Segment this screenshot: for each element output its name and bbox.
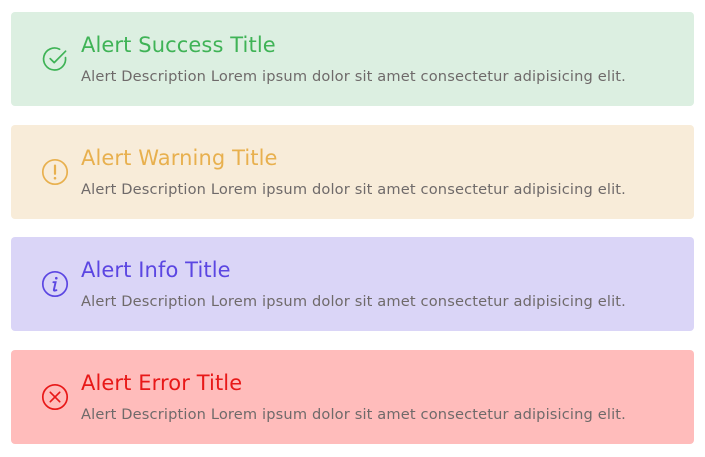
- alert-success: Alert Success Title Alert Description Lo…: [11, 12, 694, 106]
- alert-description: Alert Description Lorem ipsum dolor sit …: [81, 68, 626, 85]
- alert-description: Alert Description Lorem ipsum dolor sit …: [81, 406, 626, 423]
- alert-warning: Alert Warning Title Alert Description Lo…: [11, 125, 694, 219]
- alert-title: Alert Success Title: [81, 33, 276, 57]
- info-circle-icon: [41, 270, 69, 298]
- alert-info: Alert Info Title Alert Description Lorem…: [11, 237, 694, 331]
- alert-description: Alert Description Lorem ipsum dolor sit …: [81, 293, 626, 310]
- close-circle-icon: [41, 383, 69, 411]
- alert-error: Alert Error Title Alert Description Lore…: [11, 350, 694, 444]
- alert-title: Alert Warning Title: [81, 146, 278, 170]
- alert-title: Alert Error Title: [81, 371, 243, 395]
- alert-description: Alert Description Lorem ipsum dolor sit …: [81, 181, 626, 198]
- check-circle-icon: [41, 45, 69, 73]
- alert-title: Alert Info Title: [81, 258, 231, 282]
- exclamation-circle-icon: [41, 158, 69, 186]
